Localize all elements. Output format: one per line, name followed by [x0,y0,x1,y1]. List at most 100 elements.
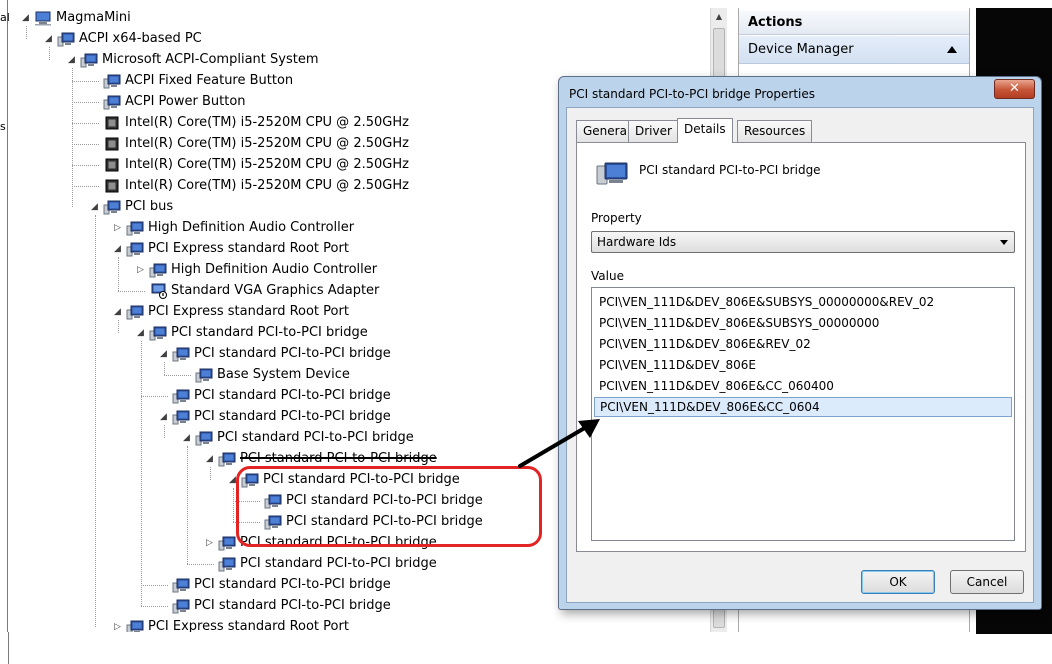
value-item[interactable]: PCI\VEN_111D&DEV_806E&REV_02 [594,334,1012,354]
device-icon [103,94,121,110]
expanded-node-icon[interactable]: ◢ [204,454,215,465]
tree-guide-line [164,425,165,438]
expanded-node-icon[interactable]: ◢ [20,13,31,24]
tree-item-label: PCI standard PCI-to-PCI bridge [194,388,391,403]
tree-item-label: PCI standard PCI-to-PCI bridge [194,577,391,592]
tree-guide-line [118,257,119,291]
tree-guide-line [210,467,211,480]
tab-resources[interactable]: Resources [737,120,813,142]
collapsed-node-icon[interactable]: ▷ [135,265,146,276]
tree-item-label: Intel(R) Core(TM) i5-2520M CPU @ 2.50GHz [125,115,409,130]
value-item[interactable]: PCI\VEN_111D&DEV_806E&CC_060400 [594,376,1012,396]
cancel-button[interactable]: Cancel [950,570,1024,594]
device-icon [195,430,213,446]
dialog-client: General Driver Details Resources PCI sta… [566,107,1034,603]
expanded-node-icon[interactable]: ◢ [181,433,192,444]
device-icon [126,241,144,257]
expanded-node-icon[interactable]: ◢ [43,34,54,45]
actions-device-manager[interactable]: Device Manager [739,36,969,64]
tree-item-label: PCI standard PCI-to-PCI bridge [240,556,437,571]
expanded-node-icon[interactable]: ◢ [158,412,169,423]
device-icon [57,31,75,47]
cpu-icon [103,115,121,131]
cpu-icon [103,157,121,173]
expanded-node-icon[interactable]: ◢ [66,55,77,66]
device-icon [103,73,121,89]
tree-item-label: PCI standard PCI-to-PCI bridge [217,430,414,445]
tree-guide-line [118,291,145,292]
tree-item-label: ACPI Fixed Feature Button [125,73,294,88]
tree-item-label: PCI Express standard Root Port [148,241,349,256]
tree-guide-line [72,81,99,82]
background-dark-area [976,632,1052,634]
tree-item-label: MagmaMini [56,10,131,25]
tab-details[interactable]: Details [677,118,733,143]
collapsed-node-icon[interactable]: ▷ [112,622,123,632]
left-pane-edge [8,632,9,664]
device-icon [172,577,190,593]
value-item[interactable]: PCI\VEN_111D&DEV_806E&SUBSYS_00000000 [594,313,1012,333]
tree-guide-line [72,68,73,207]
actions-section-label: Device Manager [748,42,854,57]
device-icon [218,556,236,572]
tree-item-label: PCI standard PCI-to-PCI bridge [194,346,391,361]
tree-guide-line [141,396,168,397]
device-icon [172,346,190,362]
ok-button[interactable]: OK [861,570,935,594]
collapsed-node-icon[interactable]: ▷ [204,538,215,549]
device-icon [172,388,190,404]
tree-item-label: PCI bus [125,199,174,214]
expanded-node-icon[interactable]: ◢ [112,244,123,255]
tree-item-label: PCI Express standard Root Port [148,619,349,632]
tree-guide-line [72,165,99,166]
tree-row[interactable]: ◢ Microsoft ACPI-Compliant System [10,50,710,71]
expanded-node-icon[interactable]: ◢ [112,307,123,318]
property-label: Property [591,211,642,225]
device-icon [218,535,236,551]
value-list[interactable]: PCI\VEN_111D&DEV_806E&SUBSYS_00000000&RE… [591,287,1015,541]
device-icon [172,409,190,425]
tree-item-label: PCI standard PCI-to-PCI bridge [171,325,368,340]
left-pane-edge: al s [0,0,10,632]
property-selected-value: Hardware Ids [597,235,677,249]
value-item[interactable]: PCI\VEN_111D&DEV_806E [594,355,1012,375]
tree-row[interactable]: ◢ ACPI x64-based PC [10,29,710,50]
scroll-up-icon[interactable]: ▲ [711,8,727,25]
expanded-node-icon[interactable]: ◢ [89,202,100,213]
tree-guide-line [141,606,168,607]
properties-dialog: PCI standard PCI-to-PCI bridge Propertie… [558,76,1042,610]
highlight-box [236,466,542,547]
display-warning-icon [149,283,167,299]
tree-guide-line [118,320,119,333]
collapse-up-icon[interactable] [947,46,957,53]
device-icon [126,220,144,236]
left-pane-text: s [0,120,6,133]
device-icon [103,199,121,215]
device-icon [172,598,190,614]
expanded-node-icon[interactable]: ◢ [158,349,169,360]
tab-driver[interactable]: Driver [628,120,679,142]
value-item[interactable]: PCI\VEN_111D&DEV_806E&SUBSYS_00000000&RE… [594,292,1012,312]
property-select[interactable]: Hardware Ids [591,231,1015,253]
cpu-icon [103,178,121,194]
tree-item-label: High Definition Audio Controller [171,262,378,277]
tree-item-label: PCI Express standard Root Port [148,304,349,319]
tree-guide-line [72,123,99,124]
value-item[interactable]: PCI\VEN_111D&DEV_806E&CC_0604 [594,397,1012,417]
tree-guide-line [49,47,50,60]
tree-guide-line [233,488,234,522]
chevron-down-icon[interactable] [1000,240,1008,245]
expanded-node-icon[interactable]: ◢ [135,328,146,339]
tree-item-label: Microsoft ACPI-Compliant System [102,52,319,67]
tree-guide-line [72,186,99,187]
tree-item-label: High Definition Audio Controller [148,220,355,235]
collapsed-node-icon[interactable]: ▷ [112,223,123,234]
close-button[interactable]: ✕ [994,79,1035,99]
tree-item-label: ACPI x64-based PC [79,31,202,46]
tree-row[interactable]: ▷ PCI Express standard Root Port [10,617,710,632]
bottom-strip [0,632,1052,664]
device-icon [596,162,628,185]
actions-title: Actions [739,11,969,35]
computer-icon [34,10,52,26]
tree-row[interactable]: ◢ MagmaMini [10,8,710,29]
